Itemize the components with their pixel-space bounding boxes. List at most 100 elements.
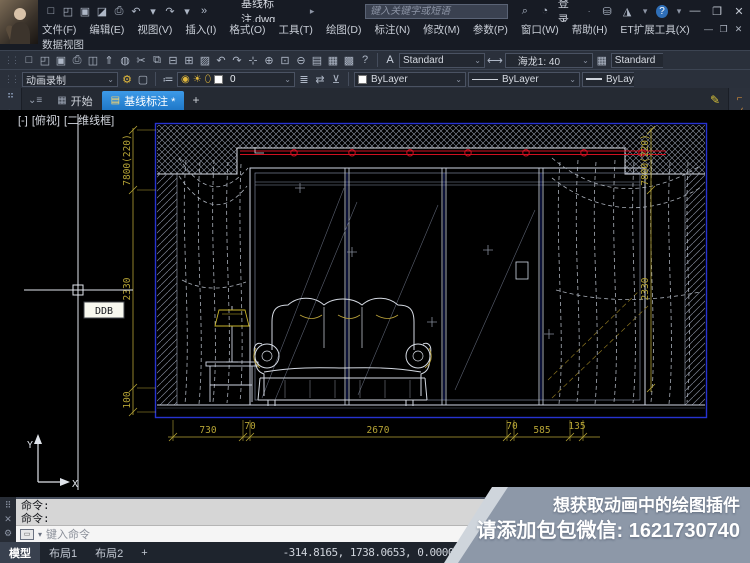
menu-item[interactable]: 绘图(D) xyxy=(326,22,362,37)
command-customize-icon[interactable]: ⚙ xyxy=(4,528,12,539)
print-icon[interactable]: ⎙ xyxy=(112,5,126,18)
layout1-tab[interactable]: 布局1 xyxy=(40,542,86,563)
tools-dropdown-icon[interactable]: ▾ xyxy=(640,6,650,17)
layer-thaw-sun-icon[interactable]: ☀ xyxy=(193,74,202,85)
close-button[interactable]: ✕ xyxy=(728,5,750,18)
lineweight-combo[interactable]: ByLayer xyxy=(582,71,634,87)
layer-combo[interactable]: ◉ ☀ ⬯ 0 ⌄ xyxy=(177,71,295,87)
gear-icon[interactable]: ⚙ xyxy=(120,73,134,86)
app-store-cart-icon[interactable]: ⛁ xyxy=(600,5,614,18)
menu-item[interactable]: 帮助(H) xyxy=(572,22,608,37)
user-avatar[interactable] xyxy=(0,0,38,44)
new-icon[interactable]: □ xyxy=(44,5,58,17)
viewport-minimize-control[interactable]: [-] xyxy=(18,115,28,127)
table-style-combo[interactable]: Standard xyxy=(610,52,663,68)
dropdown-icon[interactable]: · xyxy=(584,6,594,16)
tab-start[interactable]: ▦ 开始 xyxy=(48,91,101,110)
doc-minimize-button[interactable]: — xyxy=(701,24,716,35)
undo-icon[interactable]: ↶ xyxy=(129,5,143,18)
layout2-tab[interactable]: 布局2 xyxy=(86,542,132,563)
pencil-icon[interactable]: ✎ xyxy=(710,93,720,107)
toolbar-grip[interactable]: ⋮⋮ xyxy=(4,74,20,85)
pan-icon[interactable]: ⊹ xyxy=(246,54,260,67)
layer-states-icon[interactable]: ≣ xyxy=(297,73,311,86)
tab-overflow-menu-icon[interactable]: ⌄≡ xyxy=(28,95,42,106)
open-icon[interactable]: ◰ xyxy=(61,5,75,18)
viewport-view-control[interactable]: [俯视] xyxy=(32,115,60,127)
zoom-previous-icon[interactable]: ⊖ xyxy=(294,54,308,67)
menu-item[interactable]: 工具(T) xyxy=(279,22,313,37)
search-input[interactable]: 键入关键字或短语 xyxy=(365,3,508,19)
restore-button[interactable]: ❐ xyxy=(706,5,728,18)
help-icon[interactable]: ? xyxy=(656,4,669,18)
publish-icon[interactable]: ⇑ xyxy=(102,54,116,67)
menu-item[interactable]: 文件(F) xyxy=(42,22,76,37)
open-icon[interactable]: ◰ xyxy=(38,54,52,67)
model-space-button[interactable]: 模型 xyxy=(458,541,492,563)
redo-icon[interactable]: ↷ xyxy=(230,54,244,67)
paste-icon[interactable]: ⊟ xyxy=(166,54,180,67)
copy-base-icon[interactable]: ⊞ xyxy=(182,54,196,67)
menu-item[interactable]: ET扩展工具(X) xyxy=(620,22,689,37)
zoom-window-icon[interactable]: ⊡ xyxy=(278,54,292,67)
animation-record-combo[interactable]: 动画录制 ⌄ xyxy=(22,71,118,87)
designcenter-icon[interactable]: ▦ xyxy=(326,54,340,67)
user-icon[interactable]: ◔ xyxy=(538,5,552,17)
layer-isolate-icon[interactable]: ⊻ xyxy=(329,73,343,86)
doc-restore-button[interactable]: ❐ xyxy=(716,24,731,35)
calculator-icon[interactable]: ▩ xyxy=(342,54,356,67)
copy-icon[interactable]: ⧉ xyxy=(150,54,164,67)
undo-dropdown-icon[interactable]: ▾ xyxy=(146,5,160,18)
exchange-icon[interactable]: ⌕ xyxy=(518,5,532,18)
menu-item[interactable]: 标注(N) xyxy=(375,22,411,37)
layer-on-bulb-icon[interactable]: ◉ xyxy=(181,74,190,85)
match-properties-icon[interactable]: ▨ xyxy=(198,54,212,67)
menu-item[interactable]: 视图(V) xyxy=(137,22,172,37)
help-dropdown-icon[interactable]: ▾ xyxy=(674,6,684,17)
command-grip-icon[interactable]: ⠿ xyxy=(5,500,12,511)
menu-item[interactable]: 修改(M) xyxy=(423,22,460,37)
viewport-visual-style-control[interactable]: [二维线框] xyxy=(64,115,114,127)
redo-icon[interactable]: ↷ xyxy=(163,5,177,18)
title-expand-icon[interactable]: ▸ xyxy=(307,6,317,17)
screen-capture-icon[interactable]: ▢ xyxy=(136,73,150,86)
menu-item[interactable]: 插入(I) xyxy=(185,22,216,37)
toolbar-grip[interactable]: ⋮⋮ xyxy=(4,55,20,66)
menu-item[interactable]: 编辑(E) xyxy=(89,22,124,37)
layer-previous-icon[interactable]: ⇄ xyxy=(313,73,327,86)
drawing-canvas[interactable]: [-] [俯视] [二维线框] 7800(220) 2330 100 7800(… xyxy=(0,110,750,497)
text-style-icon[interactable]: A xyxy=(383,54,397,66)
new-icon[interactable]: □ xyxy=(22,54,36,67)
command-close-icon[interactable]: ✕ xyxy=(4,514,12,525)
layer-unlock-icon[interactable]: ⬯ xyxy=(205,74,211,85)
command-history[interactable]: 命令: 命令: xyxy=(16,499,750,525)
save-icon[interactable]: ▣ xyxy=(78,5,92,18)
grips-icon[interactable]: ⠛ xyxy=(2,91,19,106)
minimize-button[interactable]: — xyxy=(684,5,706,18)
tab-drawing-active[interactable]: ▤ 基线标注 * xyxy=(101,91,185,110)
zoom-realtime-icon[interactable]: ⊕ xyxy=(262,54,276,67)
print-icon[interactable]: ⎙ xyxy=(70,54,84,67)
help-icon[interactable]: ? xyxy=(358,54,372,67)
snap-from-icon[interactable]: ⌐ xyxy=(731,91,748,106)
print-preview-icon[interactable]: ◫ xyxy=(86,54,100,67)
more-commands-icon[interactable]: » xyxy=(197,5,211,17)
autodesk-tools-icon[interactable]: ◮ xyxy=(620,5,634,18)
properties-icon[interactable]: ▤ xyxy=(310,54,324,67)
text-style-combo[interactable]: Standard ⌄ xyxy=(399,52,485,68)
save-icon[interactable]: ▣ xyxy=(54,54,68,67)
doc-close-button[interactable]: ✕ xyxy=(731,24,746,35)
linetype-combo[interactable]: ByLayer ⌄ xyxy=(468,71,580,87)
command-input[interactable]: ▭ ▾ 键入命令 xyxy=(16,525,750,542)
web-icon[interactable]: ◍ xyxy=(118,54,132,67)
color-combo[interactable]: ByLayer ⌄ xyxy=(354,71,466,87)
menu-item[interactable]: 格式(O) xyxy=(229,22,265,37)
menu-item-data-view[interactable]: 数据视图 xyxy=(0,37,750,51)
menu-item[interactable]: 参数(P) xyxy=(473,22,508,37)
add-layout-button[interactable]: + xyxy=(132,544,156,562)
undo-icon[interactable]: ↶ xyxy=(214,54,228,67)
redo-dropdown-icon[interactable]: ▾ xyxy=(180,5,194,18)
command-dropdown-icon[interactable]: ▾ xyxy=(38,530,42,539)
menu-item[interactable]: 窗口(W) xyxy=(521,22,559,37)
save-as-icon[interactable]: ◪ xyxy=(95,5,109,18)
